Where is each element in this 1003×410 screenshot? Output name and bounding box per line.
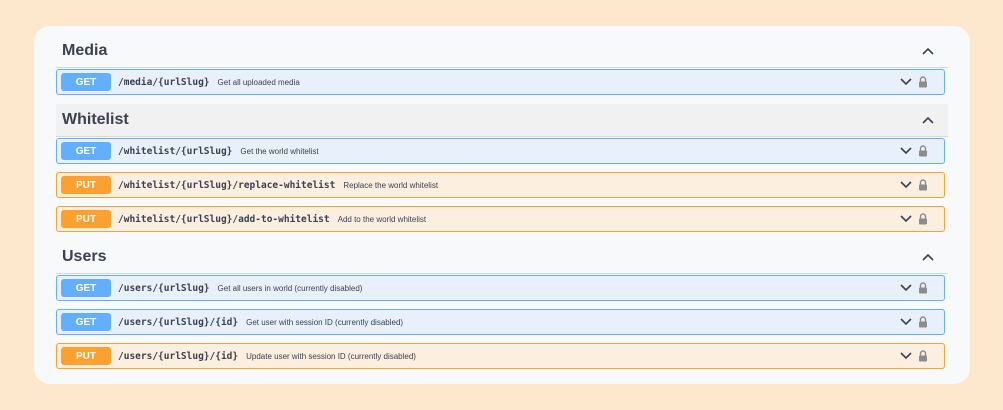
operation-summary: Update user with session ID (currently d… [246,351,416,361]
operation-path: /whitelist/{urlSlug} [118,145,233,157]
operation-path: /users/{urlSlug} [118,282,210,294]
operation-icons [900,70,940,94]
lock-icon[interactable] [918,350,928,362]
method-badge: PUT [61,176,111,194]
operation-get-media[interactable]: GET /media/{urlSlug} Get all uploaded me… [56,69,945,95]
api-docs-card: Media GET /media/{urlSlug} Get all uploa… [34,26,970,384]
section-title: Whitelist [62,111,129,128]
section-title: Users [62,248,107,265]
operation-summary: Get all users in world (currently disabl… [217,283,363,293]
operation-icons [900,310,940,334]
method-badge: GET [61,313,111,331]
section-users: Users GET /users/{urlSlug} Get all users… [56,241,948,369]
chevron-down-icon[interactable] [900,318,912,326]
chevron-up-icon[interactable] [908,241,948,274]
lock-icon[interactable] [918,282,928,294]
operation-summary: Add to the world whitelist [337,214,427,224]
section-header-whitelist[interactable]: Whitelist [56,104,948,137]
method-badge: GET [61,279,111,297]
operation-put-user-by-id[interactable]: PUT /users/{urlSlug}/{id} Update user wi… [56,343,945,369]
method-badge: PUT [61,347,111,365]
operation-summary: Get user with session ID (currently disa… [246,317,404,327]
section-header-users[interactable]: Users [56,241,948,274]
operation-summary: Replace the world whitelist [343,180,439,190]
chevron-down-icon[interactable] [900,215,912,223]
operation-summary: Get all uploaded media [217,77,300,87]
chevron-up-icon[interactable] [908,35,948,68]
method-badge: GET [61,142,111,160]
lock-icon[interactable] [918,179,928,191]
section-title: Media [62,42,108,59]
lock-icon[interactable] [918,213,928,225]
section-whitelist: Whitelist GET /whitelist/{urlSlug} Get t… [56,104,948,232]
chevron-down-icon[interactable] [900,147,912,155]
operation-get-users[interactable]: GET /users/{urlSlug} Get all users in wo… [56,275,945,301]
operation-icons [900,139,940,163]
chevron-down-icon[interactable] [900,352,912,360]
operation-path: /whitelist/{urlSlug}/replace-whitelist [118,179,336,191]
operation-icons [900,276,940,300]
method-badge: GET [61,73,111,91]
operation-icons [900,344,940,368]
chevron-down-icon[interactable] [900,181,912,189]
section-media: Media GET /media/{urlSlug} Get all uploa… [56,35,948,95]
chevron-down-icon[interactable] [900,78,912,86]
lock-icon[interactable] [918,316,928,328]
chevron-up-icon[interactable] [908,104,948,137]
operation-icons [900,173,940,197]
operation-path: /users/{urlSlug}/{id} [118,316,239,328]
operation-get-user-by-id[interactable]: GET /users/{urlSlug}/{id} Get user with … [56,309,945,335]
lock-icon[interactable] [918,76,928,88]
operation-get-whitelist[interactable]: GET /whitelist/{urlSlug} Get the world w… [56,138,945,164]
operation-put-add-to-whitelist[interactable]: PUT /whitelist/{urlSlug}/add-to-whitelis… [56,206,945,232]
section-header-media[interactable]: Media [56,35,948,68]
method-badge: PUT [61,210,111,228]
operation-icons [900,207,940,231]
operation-path: /users/{urlSlug}/{id} [118,350,239,362]
operation-path: /whitelist/{urlSlug}/add-to-whitelist [118,213,330,225]
lock-icon[interactable] [918,145,928,157]
operation-path: /media/{urlSlug} [118,76,210,88]
operation-summary: Get the world whitelist [240,146,319,156]
operation-put-replace-whitelist[interactable]: PUT /whitelist/{urlSlug}/replace-whiteli… [56,172,945,198]
chevron-down-icon[interactable] [900,284,912,292]
